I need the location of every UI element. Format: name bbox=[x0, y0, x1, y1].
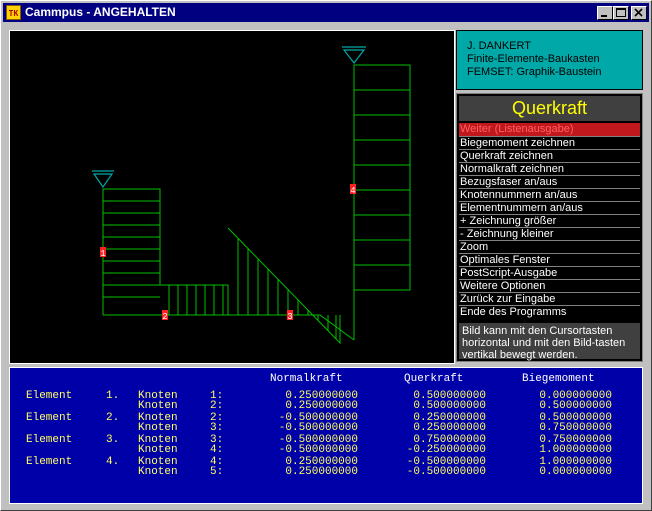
element-number: 1. bbox=[106, 390, 120, 402]
element-label: Element bbox=[26, 390, 73, 402]
node-label: Knoten bbox=[138, 400, 178, 412]
normal-force-value: 0.250000000 bbox=[285, 466, 358, 478]
element-2-hatch bbox=[168, 285, 224, 315]
node-label: Knoten bbox=[138, 422, 178, 434]
menu-item-optimal-window[interactable]: Optimales Fenster bbox=[459, 253, 640, 266]
menu-item-postscript[interactable]: PostScript-Ausgabe bbox=[459, 266, 640, 279]
shear-force-value: 0.250000000 bbox=[413, 422, 486, 434]
graphics-canvas[interactable]: 1 2 3 4 bbox=[9, 30, 455, 364]
menu-item-back-to-input[interactable]: Zurück zur Eingabe bbox=[459, 292, 640, 305]
shear-force-value: -0.500000000 bbox=[406, 466, 486, 478]
node-number: 4: bbox=[210, 444, 224, 456]
bending-moment-value: 1.000000000 bbox=[539, 444, 612, 456]
element-4-diagram bbox=[353, 64, 411, 340]
menu-item-more-options[interactable]: Weitere Optionen bbox=[459, 279, 640, 292]
node-number: 2: bbox=[210, 400, 224, 412]
bending-moment-value: 0.000000000 bbox=[539, 466, 612, 478]
close-icon bbox=[634, 8, 643, 17]
menu-item-zoom-in[interactable]: + Zeichnung größer bbox=[459, 214, 640, 227]
left-support-icon bbox=[92, 170, 114, 189]
toolkit-name: Finite-Elemente-Baukasten bbox=[467, 53, 600, 65]
author-name: J. DANKERT bbox=[467, 40, 531, 52]
main-window: TK Cammpus - ANGEHALTEN 1 2 3 4 J. DANKE… bbox=[0, 0, 652, 511]
command-menu: Querkraft Weiter (Listenausgabe) Biegemom… bbox=[456, 93, 643, 362]
element-2-diagram bbox=[160, 284, 229, 315]
svg-text:2: 2 bbox=[162, 312, 167, 322]
navigation-hint: Bild kann mit den Cursortasten horizonta… bbox=[459, 323, 640, 361]
header-querkraft: Querkraft bbox=[404, 373, 464, 385]
minimize-icon bbox=[601, 15, 607, 17]
maximize-icon bbox=[616, 8, 626, 17]
menu-item-element-numbers[interactable]: Elementnummern an/aus bbox=[459, 201, 640, 214]
maximize-button[interactable] bbox=[613, 6, 629, 20]
element-1-hatch bbox=[103, 200, 160, 298]
element-label: Element bbox=[26, 456, 73, 468]
menu-item-bending-moment[interactable]: Biegemoment zeichnen bbox=[459, 136, 640, 149]
svg-text:3: 3 bbox=[287, 312, 292, 322]
minimize-button[interactable] bbox=[597, 6, 613, 20]
results-table: Normalkraft Querkraft Biegemoment Elemen… bbox=[9, 367, 643, 504]
camm-app-icon[interactable]: TK bbox=[6, 5, 21, 20]
module-name: FEMSET: Graphik-Baustein bbox=[467, 66, 602, 78]
node-marker-1: 1 bbox=[100, 247, 106, 259]
normal-force-value: 0.250000000 bbox=[285, 400, 358, 412]
shear-force-value: 0.500000000 bbox=[413, 400, 486, 412]
node-marker-3: 3 bbox=[287, 310, 293, 322]
menu-item-continue[interactable]: Weiter (Listenausgabe) bbox=[459, 123, 640, 136]
normal-force-value: -0.500000000 bbox=[278, 422, 358, 434]
menu-item-normal-force[interactable]: Normalkraft zeichnen bbox=[459, 162, 640, 175]
shear-force-diagram: 1 2 3 4 bbox=[92, 46, 411, 345]
node-number: 3: bbox=[210, 422, 224, 434]
svg-text:4: 4 bbox=[350, 186, 355, 196]
element-number: 3. bbox=[106, 434, 120, 446]
element-number: 2. bbox=[106, 412, 120, 424]
menu-title: Querkraft bbox=[459, 96, 640, 121]
node-marker-2: 2 bbox=[162, 310, 168, 322]
menu-item-shear-force[interactable]: Querkraft zeichnen bbox=[459, 149, 640, 162]
title-bar[interactable]: TK Cammpus - ANGEHALTEN bbox=[3, 3, 649, 22]
element-number: 4. bbox=[106, 456, 120, 468]
element-1-diagram bbox=[102, 188, 161, 315]
close-button[interactable] bbox=[631, 6, 647, 20]
element-3-diagram bbox=[227, 227, 341, 345]
menu-item-zoom[interactable]: Zoom bbox=[459, 240, 640, 253]
author-info-box: J. DANKERT Finite-Elemente-Baukasten FEM… bbox=[456, 30, 643, 90]
svg-text:1: 1 bbox=[100, 249, 105, 259]
right-support-icon bbox=[342, 46, 366, 64]
bending-moment-value: 0.500000000 bbox=[539, 400, 612, 412]
element-4-hatch bbox=[354, 89, 410, 266]
node-label: Knoten bbox=[138, 466, 178, 478]
header-biegemoment: Biegemoment bbox=[522, 373, 595, 385]
node-number: 5: bbox=[210, 466, 224, 478]
node-marker-4: 4 bbox=[350, 184, 356, 196]
bending-moment-value: 0.750000000 bbox=[539, 422, 612, 434]
menu-item-reference-fiber[interactable]: Bezugsfaser an/aus bbox=[459, 175, 640, 188]
normal-force-value: -0.500000000 bbox=[278, 444, 358, 456]
menu-item-node-numbers[interactable]: Knotennummern an/aus bbox=[459, 188, 640, 201]
node-label: Knoten bbox=[138, 444, 178, 456]
header-normalkraft: Normalkraft bbox=[270, 373, 343, 385]
window-title: Cammpus - ANGEHALTEN bbox=[25, 5, 176, 19]
element-label: Element bbox=[26, 434, 73, 446]
shear-force-value: -0.250000000 bbox=[406, 444, 486, 456]
menu-item-exit[interactable]: Ende des Programms bbox=[459, 305, 640, 318]
element-label: Element bbox=[26, 412, 73, 424]
menu-item-zoom-out[interactable]: - Zeichnung kleiner bbox=[459, 227, 640, 240]
